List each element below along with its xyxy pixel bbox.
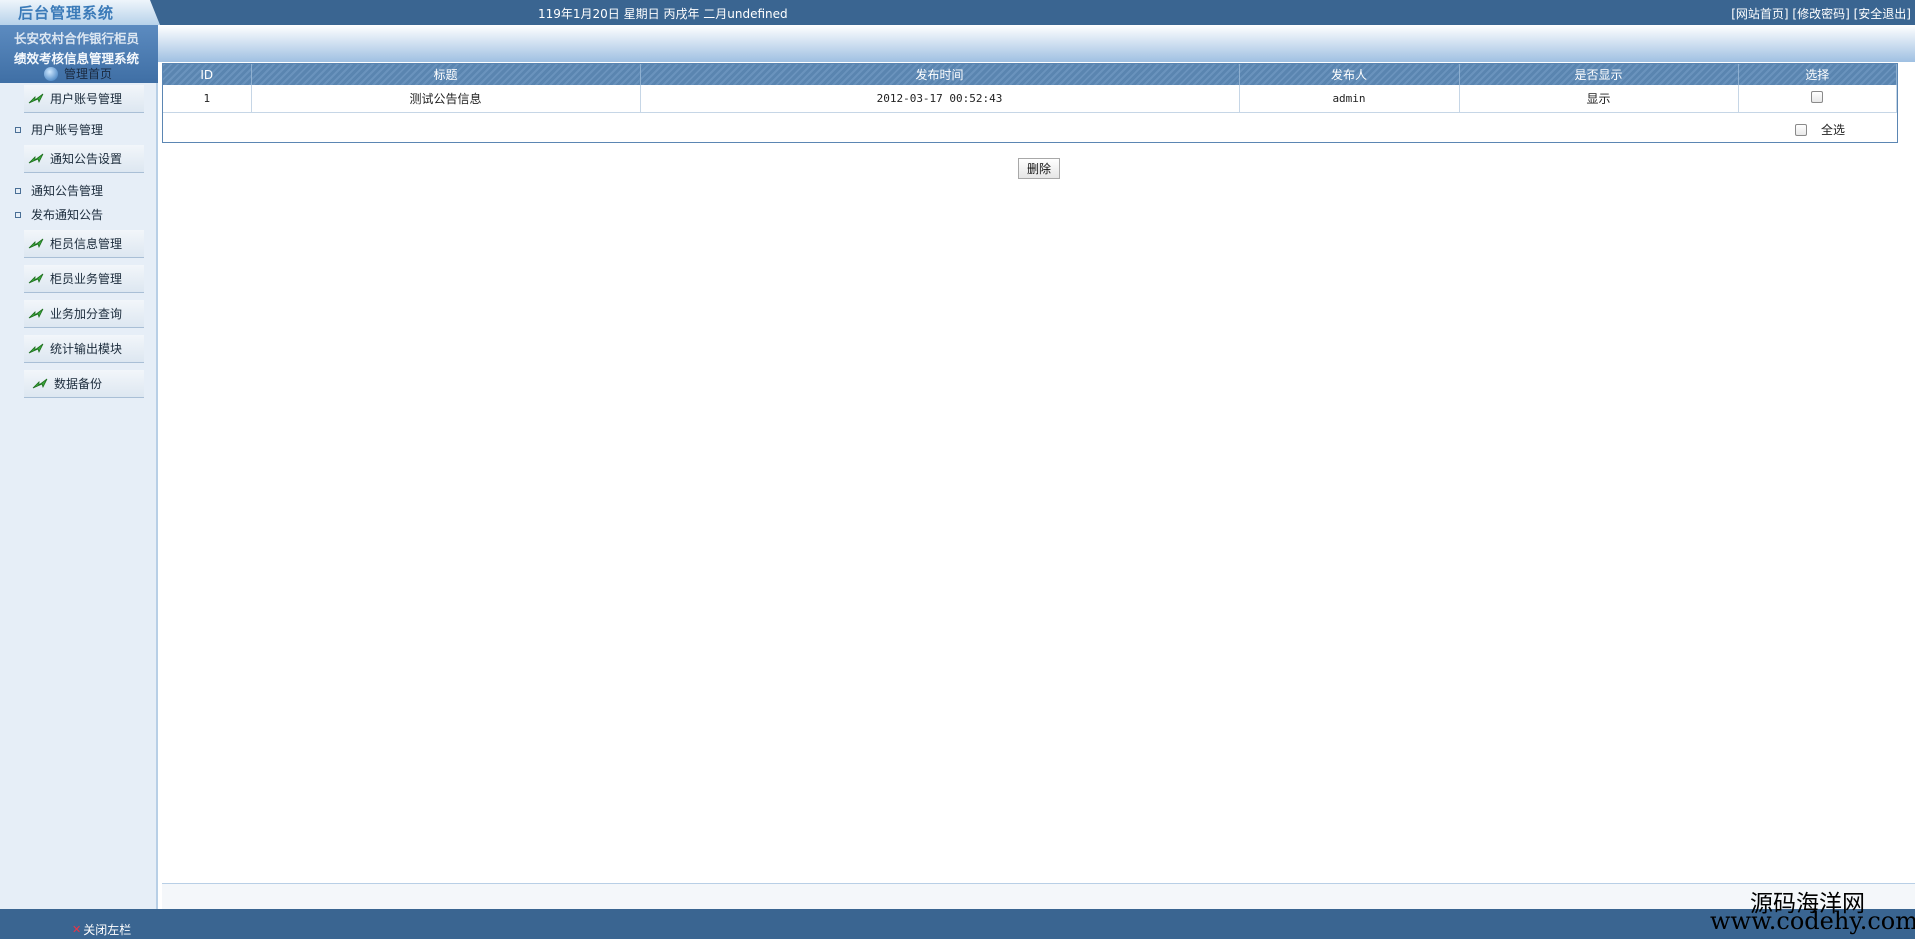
- cell-author: admin: [1239, 85, 1460, 113]
- change-password-link[interactable]: [修改密码]: [1792, 7, 1849, 21]
- bullet-icon: [15, 211, 21, 218]
- green-arrow-icon: [28, 273, 44, 283]
- close-icon: ✕: [72, 923, 82, 936]
- close-sidebar-label: 关闭左栏: [83, 923, 132, 937]
- col-header-id: ID: [163, 64, 252, 85]
- cell-time: 2012-03-17 00:52:43: [640, 85, 1240, 113]
- select-all-checkbox[interactable]: [1794, 123, 1807, 136]
- cell-id: 1: [163, 85, 252, 113]
- close-sidebar-button[interactable]: ✕ 关闭左栏: [72, 921, 131, 938]
- menu-head-teller-business[interactable]: 柜员业务管理: [24, 265, 144, 293]
- cell-visible: 显示: [1459, 85, 1739, 113]
- home-link[interactable]: 管理首页: [44, 65, 112, 82]
- menu-head-label: 业务加分查询: [50, 307, 123, 321]
- row-checkbox[interactable]: [1811, 90, 1824, 103]
- header-gradient-band: [0, 25, 1915, 62]
- menu-head-user-accounts[interactable]: 用户账号管理: [24, 85, 144, 113]
- sidebar: 长安农村合作银行柜员 绩效考核信息管理系统 管理首页 用户账号管理 用户账号管理…: [0, 25, 158, 910]
- table-row: 1 测试公告信息 2012-03-17 00:52:43 admin 显示: [163, 85, 1897, 113]
- menu-head-backup[interactable]: 数据备份: [24, 370, 144, 398]
- menu-head-statistics[interactable]: 统计输出模块: [24, 335, 144, 363]
- menu-sub-label: 通知公告管理: [31, 184, 104, 198]
- col-header-time: 发布时间: [640, 64, 1240, 85]
- cell-title: 测试公告信息: [251, 85, 641, 113]
- green-arrow-icon: [28, 238, 44, 248]
- menu-head-bonus-query[interactable]: 业务加分查询: [24, 300, 144, 328]
- green-arrow-icon: [28, 308, 44, 318]
- menu-head-teller-info[interactable]: 柜员信息管理: [24, 230, 144, 258]
- menu-head-notice-settings[interactable]: 通知公告设置: [24, 145, 144, 173]
- col-header-visible: 是否显示: [1459, 64, 1739, 85]
- green-arrow-icon: [28, 153, 44, 163]
- home-label: 管理首页: [64, 67, 113, 81]
- col-header-select: 选择: [1738, 64, 1897, 85]
- logo-text: 后台管理系统: [18, 4, 115, 22]
- bottom-strip: [162, 883, 1915, 909]
- main-content: ID 标题 发布时间 发布人 是否显示 选择 1 测试公告信息 2012-03-…: [162, 62, 1915, 883]
- select-all[interactable]: 全选: [1794, 121, 1845, 138]
- menu-sub-publish-notice[interactable]: 发布通知公告: [15, 206, 103, 223]
- select-all-label: 全选: [1820, 123, 1845, 137]
- top-links: [网站首页] [修改密码] [安全退出]: [1731, 5, 1911, 22]
- watermark-line2: www.codehy.com: [1710, 907, 1915, 935]
- menu-head-label: 柜员业务管理: [50, 272, 123, 286]
- globe-icon: [44, 66, 58, 81]
- menu-sub-label: 用户账号管理: [31, 123, 104, 137]
- logo-tab: 后台管理系统: [0, 0, 160, 25]
- bullet-icon: [15, 187, 21, 194]
- col-header-title: 标题: [251, 64, 641, 85]
- table-header-row: ID 标题 发布时间 发布人 是否显示 选择: [163, 64, 1897, 85]
- cell-select: [1738, 85, 1897, 113]
- bullet-icon: [15, 126, 21, 133]
- footer-bar: [0, 909, 1915, 939]
- delete-button[interactable]: 删除: [1018, 158, 1060, 179]
- notice-table: ID 标题 发布时间 发布人 是否显示 选择 1 测试公告信息 2012-03-…: [163, 64, 1897, 113]
- col-header-author: 发布人: [1239, 64, 1460, 85]
- datetime-display: 119年1月20日 星期日 丙戌年 二月undefined: [538, 7, 788, 21]
- menu-sub-user-accounts[interactable]: 用户账号管理: [15, 121, 103, 138]
- site-home-link[interactable]: [网站首页]: [1731, 7, 1788, 21]
- menu-sub-notice-manage[interactable]: 通知公告管理: [15, 182, 103, 199]
- green-arrow-icon: [28, 93, 44, 103]
- menu-head-label: 通知公告设置: [50, 152, 123, 166]
- menu-head-label: 数据备份: [54, 377, 103, 391]
- top-bar: 后台管理系统 119年1月20日 星期日 丙戌年 二月undefined [网站…: [0, 0, 1915, 25]
- green-arrow-icon: [28, 343, 44, 353]
- menu-head-label: 统计输出模块: [50, 342, 123, 356]
- menu-sub-label: 发布通知公告: [31, 208, 104, 222]
- logout-link[interactable]: [安全退出]: [1854, 7, 1911, 21]
- menu-head-label: 柜员信息管理: [50, 237, 123, 251]
- notice-table-wrapper: ID 标题 发布时间 发布人 是否显示 选择 1 测试公告信息 2012-03-…: [162, 63, 1898, 143]
- green-arrow-icon: [32, 378, 48, 388]
- system-title-line1: 长安农村合作银行柜员: [14, 31, 140, 46]
- menu-head-label: 用户账号管理: [50, 92, 123, 106]
